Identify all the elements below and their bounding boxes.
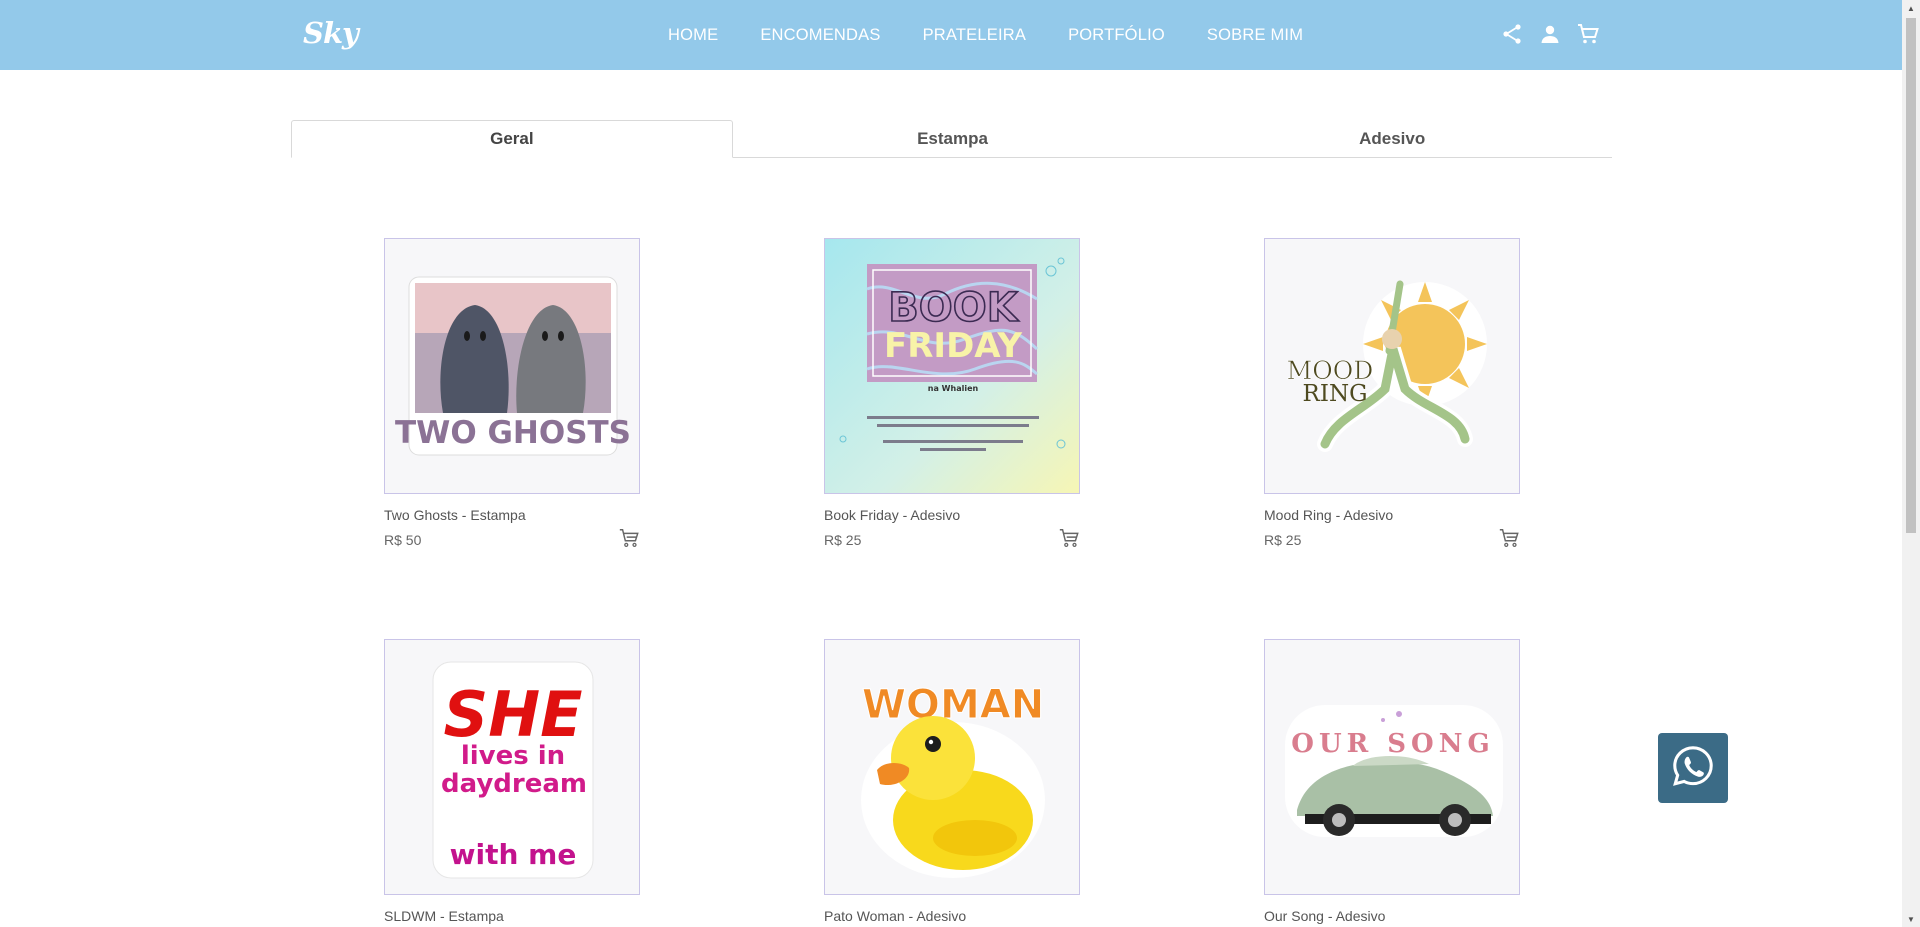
art-caption: na Whalien: [928, 384, 979, 393]
product-image[interactable]: SHE lives in daydreams with me: [384, 639, 640, 895]
art-text: TWO GHOSTS: [395, 415, 631, 451]
product-card[interactable]: OUR SONG Our Song - Adesivo: [1264, 639, 1520, 924]
product-name[interactable]: SLDWM - Estampa: [384, 908, 640, 924]
nav-portfolio[interactable]: PORTFÓLIO: [1068, 26, 1165, 45]
art-text-top: SHE: [444, 678, 583, 751]
whatsapp-button[interactable]: [1658, 733, 1728, 803]
art-title: BOOK: [888, 285, 1019, 331]
scrollbar-thumb[interactable]: [1906, 18, 1916, 533]
product-image[interactable]: OUR SONG: [1264, 639, 1520, 895]
product-name[interactable]: Our Song - Adesivo: [1264, 908, 1520, 924]
category-tabs: Geral Estampa Adesivo: [291, 120, 1612, 158]
main-nav: HOME ENCOMENDAS PRATELEIRA PORTFÓLIO SOB…: [668, 0, 1345, 70]
user-icon[interactable]: [1538, 22, 1562, 46]
art-text-bottom: RING: [1303, 381, 1368, 407]
scroll-down-arrow-icon[interactable]: ▼: [1902, 911, 1920, 927]
header-actions: [1500, 22, 1600, 46]
product-card[interactable]: WOMAN Pato Woman - Adesivo: [824, 639, 1080, 924]
art-text: OUR SONG: [1291, 729, 1494, 759]
nav-prateleira[interactable]: PRATELEIRA: [923, 26, 1026, 45]
product-name[interactable]: Mood Ring - Adesivo: [1264, 507, 1520, 523]
page: Sky HOME ENCOMENDAS PRATELEIRA PORTFÓLIO…: [0, 0, 1920, 927]
cart-icon[interactable]: [1576, 22, 1600, 46]
whatsapp-icon: [1670, 743, 1716, 794]
tab-adesivo[interactable]: Adesivo: [1172, 120, 1612, 157]
product-card[interactable]: MOOD RING Mood Ring - Adesivo R$ 25: [1264, 238, 1520, 548]
top-navbar: Sky HOME ENCOMENDAS PRATELEIRA PORTFÓLIO…: [0, 0, 1902, 70]
product-name[interactable]: Two Ghosts - Estampa: [384, 507, 640, 523]
art-text-middle: lives in daydreams: [441, 742, 585, 799]
product-image[interactable]: TWO GHOSTS: [384, 238, 640, 494]
art-subtitle: FRIDAY: [884, 326, 1022, 366]
product-price: R$ 50: [384, 532, 422, 548]
nav-encomendas[interactable]: ENCOMENDAS: [760, 26, 880, 45]
site-logo[interactable]: Sky: [303, 16, 359, 50]
nav-home[interactable]: HOME: [668, 26, 718, 45]
add-to-cart-icon[interactable]: [1498, 527, 1520, 549]
add-to-cart-icon[interactable]: [618, 527, 640, 549]
art-text-bottom: with me: [450, 838, 577, 871]
product-price: R$ 25: [824, 532, 862, 548]
page-scrollbar[interactable]: ▲ ▼: [1902, 0, 1920, 927]
product-name[interactable]: Pato Woman - Adesivo: [824, 908, 1080, 924]
product-image[interactable]: WOMAN: [824, 639, 1080, 895]
nav-sobre-mim[interactable]: SOBRE MIM: [1207, 26, 1303, 45]
product-name[interactable]: Book Friday - Adesivo: [824, 507, 1080, 523]
add-to-cart-icon[interactable]: [1058, 527, 1080, 549]
product-image[interactable]: MOOD RING: [1264, 238, 1520, 494]
product-card[interactable]: TWO GHOSTS Two Ghosts - Estampa R$ 50: [384, 238, 640, 548]
tab-estampa[interactable]: Estampa: [733, 120, 1173, 157]
product-price: R$ 25: [1264, 532, 1302, 548]
product-card[interactable]: SHE lives in daydreams with me SLDWM - E…: [384, 639, 640, 924]
scroll-up-arrow-icon[interactable]: ▲: [1902, 0, 1920, 16]
product-card[interactable]: BOOK FRIDAY na Whalien Book Friday - Ade…: [824, 238, 1080, 548]
product-image[interactable]: BOOK FRIDAY na Whalien: [824, 238, 1080, 494]
share-icon[interactable]: [1500, 22, 1524, 46]
tab-geral[interactable]: Geral: [291, 120, 733, 158]
